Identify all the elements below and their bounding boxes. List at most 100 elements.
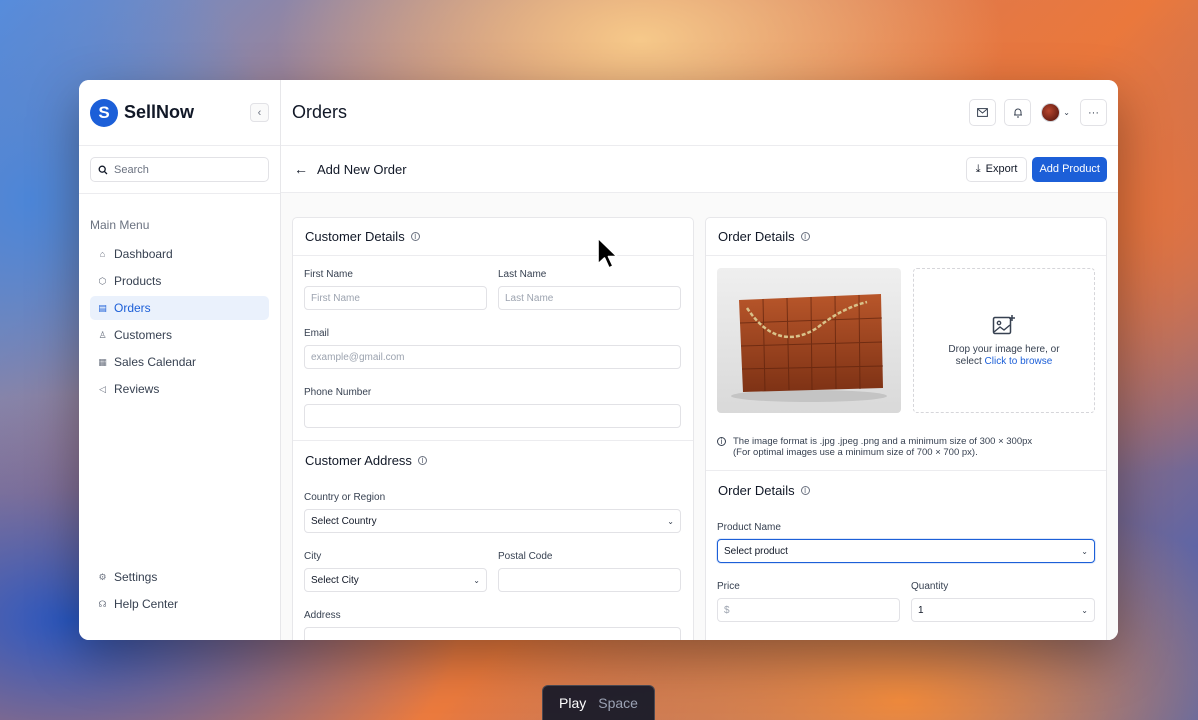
content-area: Customer Details i First Name Last Name … bbox=[281, 193, 1118, 640]
sidebar-item-label: Dashboard bbox=[114, 247, 173, 261]
subheader-actions: ⤓ Export Add Product bbox=[965, 156, 1107, 182]
city-label: City bbox=[304, 551, 322, 562]
email-input[interactable] bbox=[304, 345, 681, 369]
sidebar-search bbox=[79, 146, 280, 194]
sidebar-item-sales-calendar[interactable]: ▦ Sales Calendar bbox=[90, 350, 269, 374]
image-note-line2: (For optimal images use a minimum size o… bbox=[733, 447, 978, 459]
info-icon: i bbox=[717, 437, 726, 446]
avatar bbox=[1041, 103, 1061, 122]
info-icon[interactable]: i bbox=[800, 485, 810, 495]
address-label: Address bbox=[304, 610, 341, 621]
export-button[interactable]: ⤓ Export bbox=[965, 156, 1028, 182]
sidebar-item-orders[interactable]: ▤ Orders bbox=[90, 296, 269, 320]
order-details-header: Order Details i bbox=[706, 471, 1106, 509]
address-input[interactable] bbox=[304, 627, 681, 640]
back-arrow-icon[interactable]: ← bbox=[294, 161, 308, 177]
brand-logo[interactable]: S bbox=[90, 98, 118, 127]
sidebar-item-help-center[interactable]: ☊ Help Center bbox=[90, 592, 269, 616]
sidebar-item-label: Products bbox=[114, 274, 162, 288]
city-select[interactable]: Select City ⌄ bbox=[304, 568, 487, 592]
last-name-label: Last Name bbox=[498, 269, 547, 280]
first-name-input[interactable] bbox=[304, 286, 487, 310]
postal-code-label: Postal Code bbox=[498, 551, 553, 562]
city-select-value: Select City bbox=[311, 574, 359, 586]
calendar-icon: ▦ bbox=[98, 356, 107, 367]
sidebar-item-label: Reviews bbox=[114, 382, 160, 396]
sidebar-item-label: Help Center bbox=[114, 597, 179, 611]
bag-image bbox=[731, 294, 887, 402]
sidebar-item-dashboard[interactable]: ⌂ Dashboard bbox=[90, 242, 269, 266]
search-box[interactable] bbox=[90, 157, 269, 182]
chevron-down-icon: ⌄ bbox=[1081, 605, 1088, 615]
country-select-value: Select Country bbox=[311, 515, 377, 527]
sidebar-item-label: Orders bbox=[114, 301, 151, 315]
postal-code-input[interactable] bbox=[498, 568, 681, 592]
quantity-select[interactable]: 1 ⌄ bbox=[911, 598, 1095, 622]
export-button-label: Export bbox=[985, 163, 1018, 175]
user-icon: ♙ bbox=[98, 329, 107, 340]
browse-link[interactable]: Click to browse bbox=[985, 356, 1053, 367]
play-shortcut-hint[interactable]: Play Space bbox=[542, 685, 655, 720]
sidebar-item-products[interactable]: ⬡ Products bbox=[90, 269, 269, 293]
phone-input[interactable] bbox=[304, 404, 681, 428]
sidebar-item-label: Settings bbox=[114, 570, 158, 584]
email-label: Email bbox=[304, 328, 330, 339]
last-name-input[interactable] bbox=[498, 286, 681, 310]
mail-button[interactable] bbox=[969, 99, 997, 126]
info-icon[interactable]: i bbox=[800, 232, 810, 241]
chevron-down-icon: ⌄ bbox=[1081, 546, 1088, 556]
bell-icon bbox=[1013, 108, 1022, 118]
sidebar-item-customers[interactable]: ♙ Customers bbox=[90, 323, 269, 347]
image-format-note: i The image format is .jpg .jpeg .png an… bbox=[717, 436, 1092, 459]
gear-icon: ⚙ bbox=[98, 571, 107, 582]
page-title: Orders bbox=[292, 102, 348, 122]
sidebar-item-label: Sales Calendar bbox=[114, 355, 197, 369]
chevron-down-icon: ⌄ bbox=[667, 516, 674, 526]
sidebar-item-reviews[interactable]: ◁ Reviews bbox=[90, 377, 269, 401]
chevron-down-icon: ⌄ bbox=[1063, 108, 1070, 117]
search-icon bbox=[98, 165, 108, 174]
topbar: Orders ⌄ ··· bbox=[281, 80, 1118, 146]
profile-menu-button[interactable]: ⌄ bbox=[1039, 99, 1072, 126]
box-icon: ⬡ bbox=[98, 275, 107, 286]
notifications-button[interactable] bbox=[1004, 99, 1032, 126]
product-name-label: Product Name bbox=[717, 522, 781, 533]
country-label: Country or Region bbox=[304, 492, 386, 503]
dropzone-select-text: select bbox=[955, 355, 982, 367]
top-actions: ⌄ ··· bbox=[969, 99, 1107, 126]
main-area: Orders ⌄ ··· ← Add New Order ⤓ Export Ad… bbox=[281, 80, 1118, 640]
customer-card: Customer Details i First Name Last Name … bbox=[292, 217, 694, 640]
customer-details-header: Customer Details i bbox=[293, 218, 693, 256]
dropzone-text: Drop your image here, or bbox=[948, 343, 1060, 355]
dropzone-browse: select Click to browse bbox=[956, 356, 1053, 368]
mouse-cursor bbox=[597, 237, 618, 269]
info-icon[interactable]: i bbox=[417, 455, 427, 465]
first-name-label: First Name bbox=[304, 269, 353, 280]
info-icon[interactable]: i bbox=[410, 232, 420, 241]
image-dropzone[interactable]: Drop your image here, or select Click to… bbox=[913, 268, 1095, 413]
megaphone-icon: ◁ bbox=[99, 383, 106, 394]
subheader: ← Add New Order ⤓ Export Add Product bbox=[281, 146, 1118, 193]
collapse-sidebar-button[interactable]: ‹ bbox=[250, 103, 269, 122]
product-photo[interactable] bbox=[717, 268, 901, 413]
add-product-button[interactable]: Add Product bbox=[1032, 156, 1107, 182]
subheader-title: Add New Order bbox=[317, 161, 407, 177]
sidebar-item-label: Customers bbox=[114, 328, 173, 342]
quantity-label: Quantity bbox=[911, 581, 949, 592]
search-input[interactable] bbox=[114, 163, 254, 176]
sidebar-item-settings[interactable]: ⚙ Settings bbox=[90, 565, 269, 589]
phone-label: Phone Number bbox=[304, 387, 372, 398]
product-select[interactable]: Select product ⌄ bbox=[717, 539, 1095, 563]
section-title: Customer Details bbox=[305, 229, 405, 244]
space-key-label: Space bbox=[598, 695, 638, 711]
chevron-down-icon: ⌄ bbox=[473, 575, 480, 585]
more-options-button[interactable]: ··· bbox=[1080, 99, 1107, 126]
section-title: Customer Address bbox=[305, 452, 412, 468]
main-menu-title: Main Menu bbox=[90, 218, 150, 232]
price-input[interactable] bbox=[717, 598, 900, 622]
chevron-left-icon: ‹ bbox=[257, 106, 262, 119]
price-label: Price bbox=[717, 581, 740, 592]
country-select[interactable]: Select Country ⌄ bbox=[304, 509, 681, 533]
order-card: Order Details i Drop your image here, or… bbox=[705, 217, 1107, 640]
section-title: Order Details bbox=[718, 229, 795, 244]
